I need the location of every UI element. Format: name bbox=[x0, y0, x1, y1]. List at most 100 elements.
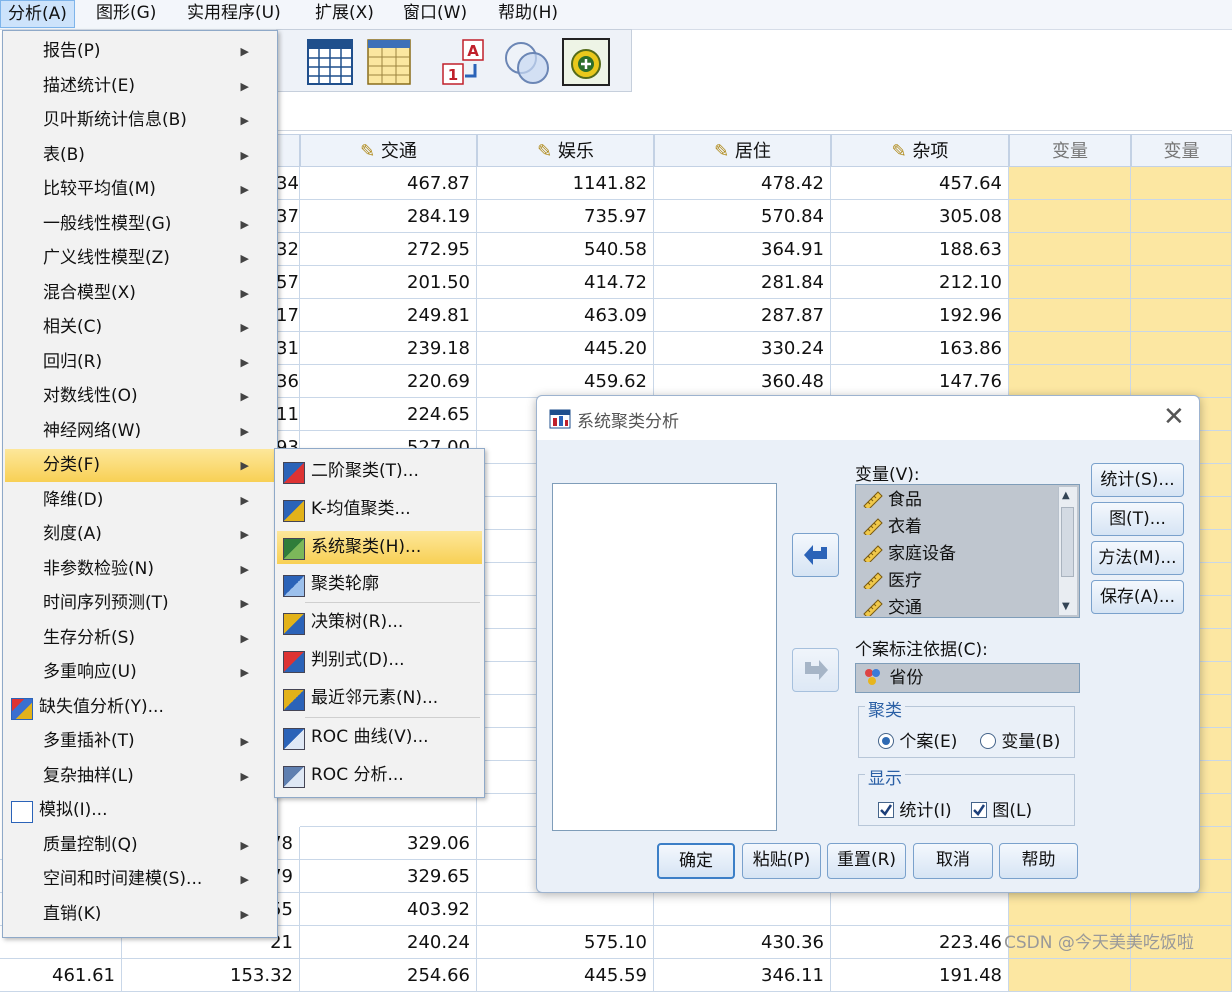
menu-item[interactable]: 降维(D) ▶ bbox=[5, 484, 275, 517]
menu-item[interactable]: 比较平均值(M) ▶ bbox=[5, 173, 275, 206]
menu-item[interactable]: 报告(P) ▶ bbox=[5, 35, 275, 68]
move-to-variables-button[interactable] bbox=[792, 533, 839, 577]
grid-cell[interactable]: 329.65 bbox=[300, 860, 477, 893]
menu-item[interactable]: 模拟(I)... bbox=[5, 794, 275, 827]
add-icon[interactable] bbox=[562, 38, 610, 86]
variable-list-item[interactable]: 衣着 bbox=[862, 514, 922, 540]
grid-cell[interactable]: 364.91 bbox=[654, 233, 831, 266]
grid-cell[interactable]: 31 bbox=[276, 332, 300, 365]
menu-item[interactable]: 空间和时间建模(S)... ▶ bbox=[5, 863, 275, 896]
save-button[interactable]: 保存(A)... bbox=[1091, 580, 1184, 614]
variables-list[interactable]: 食品 衣着 家庭设备 医疗 交通 ▲ ▼ bbox=[855, 484, 1080, 618]
grid-cell[interactable] bbox=[1009, 200, 1131, 233]
menu-item[interactable]: 分类(F) ▶ bbox=[5, 449, 275, 482]
variable-list-item[interactable]: 食品 bbox=[862, 487, 922, 513]
grid-cell[interactable]: 329.06 bbox=[300, 827, 477, 860]
menu-item[interactable]: 对数线性(O) ▶ bbox=[5, 380, 275, 413]
close-icon[interactable]: ✕ bbox=[1163, 402, 1185, 432]
menu-item[interactable]: 混合模型(X) ▶ bbox=[5, 277, 275, 310]
grid-cell[interactable]: 32 bbox=[276, 233, 300, 266]
grid-cell[interactable] bbox=[1009, 299, 1131, 332]
cell-editor-row[interactable] bbox=[276, 96, 1232, 131]
menu-item[interactable]: 表(B) ▶ bbox=[5, 139, 275, 172]
grid-cell[interactable]: 330.24 bbox=[654, 332, 831, 365]
grid-cell[interactable]: 414.72 bbox=[477, 266, 654, 299]
menu-item[interactable]: 描述统计(E) ▶ bbox=[5, 70, 275, 103]
grid-cell[interactable]: 463.09 bbox=[477, 299, 654, 332]
grid-cell[interactable]: 445.59 bbox=[477, 959, 654, 992]
column-header-housing[interactable]: ✎ 居住 bbox=[654, 134, 831, 167]
grid-cell[interactable] bbox=[1131, 200, 1232, 233]
menu-item[interactable]: 相关(C) ▶ bbox=[5, 311, 275, 344]
grid-cell[interactable]: 36 bbox=[276, 365, 300, 398]
checkbox-plots[interactable]: 图(L) bbox=[971, 796, 1032, 821]
grid-cell[interactable]: 201.50 bbox=[300, 266, 477, 299]
submenu-item[interactable]: ROC 曲线(V)... bbox=[277, 721, 482, 754]
column-header-clipped[interactable] bbox=[276, 134, 300, 167]
grid-cell[interactable]: 272.95 bbox=[300, 233, 477, 266]
grid-cell[interactable]: 249.81 bbox=[300, 299, 477, 332]
grid-cell[interactable] bbox=[1009, 365, 1131, 398]
grid-cell[interactable] bbox=[1009, 959, 1131, 992]
variables-scrollbar[interactable]: ▲ ▼ bbox=[1058, 487, 1077, 615]
grid-cell[interactable] bbox=[1131, 893, 1232, 926]
variable-list-item[interactable]: 家庭设备 bbox=[862, 541, 956, 567]
grid-cell[interactable]: 457.64 bbox=[831, 167, 1009, 200]
grid-cell[interactable]: 223.46 bbox=[831, 926, 1009, 959]
grid-cell[interactable]: 459.62 bbox=[477, 365, 654, 398]
grid-cell[interactable]: 467.87 bbox=[300, 167, 477, 200]
scroll-thumb[interactable] bbox=[1061, 507, 1074, 577]
submenu-item[interactable]: 最近邻元素(N)... bbox=[277, 682, 482, 715]
scroll-down-icon[interactable]: ▼ bbox=[1062, 601, 1070, 612]
grid-cell[interactable] bbox=[1131, 233, 1232, 266]
submenu-item[interactable]: 决策树(R)... bbox=[277, 606, 482, 639]
source-variable-list[interactable] bbox=[552, 483, 777, 831]
grid-cell[interactable] bbox=[1131, 266, 1232, 299]
menu-item[interactable]: 生存分析(S) ▶ bbox=[5, 622, 275, 655]
grid-cell[interactable]: 305.08 bbox=[831, 200, 1009, 233]
cancel-button[interactable]: 取消 bbox=[913, 843, 993, 879]
grid-cell[interactable] bbox=[1131, 959, 1232, 992]
grid-cell[interactable]: 284.19 bbox=[300, 200, 477, 233]
menu-analyze[interactable]: 分析(A) bbox=[0, 0, 75, 28]
statistics-button[interactable]: 统计(S)... bbox=[1091, 463, 1184, 497]
grid-cell[interactable]: 17 bbox=[276, 299, 300, 332]
column-header-empty-1[interactable]: 变量 bbox=[1009, 134, 1131, 167]
scroll-up-icon[interactable]: ▲ bbox=[1062, 490, 1070, 501]
grid-cell[interactable]: 240.24 bbox=[300, 926, 477, 959]
paste-button[interactable]: 粘贴(P) bbox=[742, 843, 821, 879]
menu-item[interactable]: 回归(R) ▶ bbox=[5, 346, 275, 379]
grid-cell[interactable]: 224.65 bbox=[300, 398, 477, 431]
method-button[interactable]: 方法(M)... bbox=[1091, 541, 1184, 575]
grid-cell[interactable]: 220.69 bbox=[300, 365, 477, 398]
grid-cell[interactable] bbox=[1009, 332, 1131, 365]
column-header-empty-2[interactable]: 变量 bbox=[1131, 134, 1232, 167]
grid-cell[interactable]: 34 bbox=[276, 167, 300, 200]
grid-cell[interactable] bbox=[300, 794, 477, 827]
grid-cell[interactable] bbox=[1009, 167, 1131, 200]
menu-item[interactable]: 非参数检验(N) ▶ bbox=[5, 553, 275, 586]
variable-list-item[interactable]: 交通 bbox=[862, 595, 922, 621]
grid-cell[interactable]: 478.42 bbox=[654, 167, 831, 200]
menu-help[interactable]: 帮助(H) bbox=[491, 0, 565, 28]
column-header-misc[interactable]: ✎ 杂项 bbox=[831, 134, 1009, 167]
grid-cell[interactable]: 153.32 bbox=[122, 959, 300, 992]
ok-button[interactable]: 确定 bbox=[657, 843, 735, 879]
menu-item[interactable]: 贝叶斯统计信息(B) ▶ bbox=[5, 104, 275, 137]
grid-cell[interactable]: 346.11 bbox=[654, 959, 831, 992]
grid-cell[interactable] bbox=[477, 893, 654, 926]
menu-item[interactable]: 多重响应(U) ▶ bbox=[5, 656, 275, 689]
grid-cell[interactable]: 163.86 bbox=[831, 332, 1009, 365]
grid-cell[interactable] bbox=[1131, 167, 1232, 200]
use-sets-icon[interactable] bbox=[503, 38, 551, 86]
plots-button[interactable]: 图(T)... bbox=[1091, 502, 1184, 536]
submenu-item[interactable]: 二阶聚类(T)... bbox=[277, 455, 482, 488]
grid-cell[interactable]: 570.84 bbox=[654, 200, 831, 233]
menu-extensions[interactable]: 扩展(X) bbox=[308, 0, 381, 28]
radio-variables[interactable]: 变量(B) bbox=[980, 727, 1060, 752]
grid-cell[interactable]: 735.97 bbox=[477, 200, 654, 233]
checkbox-statistics[interactable]: 统计(I) bbox=[878, 796, 952, 821]
menu-window[interactable]: 窗口(W) bbox=[396, 0, 474, 28]
grid-cell[interactable]: 57 bbox=[276, 266, 300, 299]
menu-item[interactable]: 刻度(A) ▶ bbox=[5, 518, 275, 551]
